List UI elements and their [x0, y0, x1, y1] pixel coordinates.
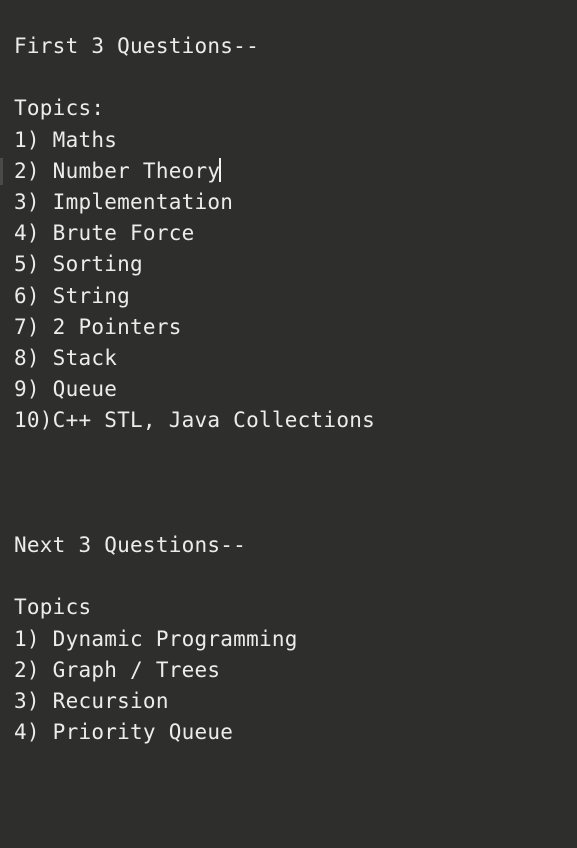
section1-item-3: 3) Implementation — [14, 189, 234, 214]
section1-item-2-current-line: 2) Number Theory — [0, 156, 577, 187]
section1-item-4: 4) Brute Force — [14, 221, 195, 246]
section2-topics-label: Topics — [14, 595, 92, 620]
section1-item-8: 8) Stack — [14, 345, 118, 370]
section1-item-7: 7) 2 Pointers — [14, 314, 182, 339]
section1-item-5: 5) Sorting — [14, 252, 143, 277]
section1-topics-label: Topics: — [14, 96, 105, 121]
text-cursor — [219, 157, 222, 182]
section1-heading: First 3 Questions-- — [14, 34, 259, 58]
text-editor[interactable]: First 3 Questions-- Topics: 1) Maths 2) … — [0, 0, 577, 848]
section2-item-2: 2) Graph / Trees — [14, 657, 221, 682]
section1-item-9: 9) Queue — [14, 377, 118, 402]
section1-item-10: 10)C++ STL, Java Collections — [14, 408, 376, 433]
section2-item-1: 1) Dynamic Programming — [14, 626, 298, 651]
section1-item-1: 1) Maths — [14, 127, 118, 152]
section1-item-2: 2) Number Theory — [14, 158, 221, 183]
section2-heading: Next 3 Questions-- — [14, 533, 247, 557]
section1-item-6: 6) String — [14, 283, 131, 308]
section2-item-3: 3) Recursion — [14, 688, 169, 713]
section2-item-4: 4) Priority Queue — [14, 720, 234, 745]
